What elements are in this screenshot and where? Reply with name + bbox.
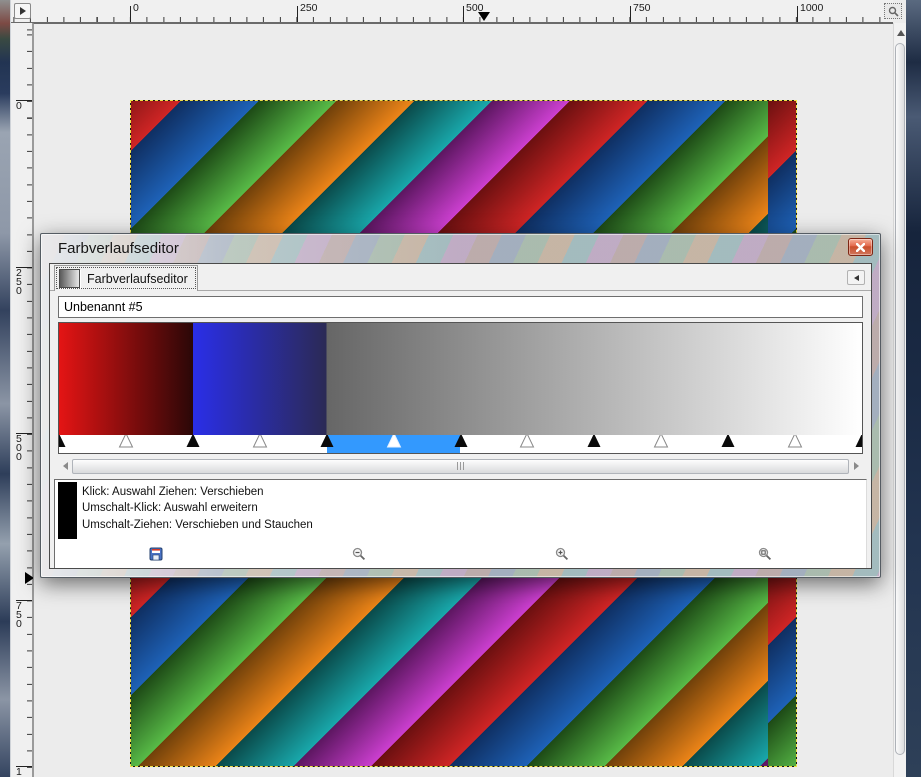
gradient-preview[interactable] (59, 323, 862, 435)
segment-midpoint-marker[interactable] (787, 435, 803, 453)
left-arrow-icon (853, 274, 859, 281)
segment-midpoint-marker[interactable] (386, 435, 401, 453)
segment-midpoint-marker[interactable] (653, 435, 669, 453)
tab-bar: Farbverlaufseditor (50, 264, 871, 291)
segment-scrollbar (58, 458, 863, 474)
gradient-icon (59, 269, 80, 288)
tab-label: Farbverlaufseditor (87, 271, 188, 286)
gradient-name-input[interactable]: Unbenannt #5 (58, 296, 863, 318)
foreground-color-swatch (58, 482, 77, 539)
segment-endpoint-marker[interactable] (319, 435, 334, 453)
magnifier-icon (888, 6, 899, 17)
pointer-position-marker-horizontal (478, 12, 490, 21)
close-icon (856, 242, 865, 252)
horizontal-ruler-ticks (11, 17, 893, 22)
editor-toolbar (55, 543, 866, 565)
zoom-out-button[interactable] (349, 544, 369, 564)
scroll-up-button[interactable] (894, 25, 907, 40)
zoom-fit-icon (758, 547, 771, 561)
up-arrow-icon (896, 29, 905, 36)
segment-endpoint-marker[interactable] (453, 435, 468, 453)
gradient-stops-row[interactable] (59, 435, 862, 453)
scroll-left-button[interactable] (58, 458, 72, 474)
segment-midpoint-marker[interactable] (520, 435, 535, 453)
vertical-ruler[interactable]: 02505007501000 (11, 23, 33, 777)
segment-endpoint-marker[interactable] (855, 435, 862, 453)
play-icon (19, 7, 26, 15)
segment-endpoint-marker[interactable] (185, 435, 200, 453)
segment-midpoint-marker[interactable] (118, 435, 134, 453)
tab-menu-button[interactable] (847, 270, 865, 285)
segment-midpoint-marker[interactable] (252, 435, 268, 453)
left-arrow-icon (62, 462, 68, 470)
segment-endpoint-marker[interactable] (721, 435, 736, 453)
vertical-scrollbar-thumb[interactable] (895, 43, 905, 755)
gradient-editor-dialog: Farbverlaufseditor Farbverlaufseditor Un… (40, 233, 881, 578)
hint-line: Umschalt-Ziehen: Verschieben und Stauche… (82, 518, 313, 531)
zoom-in-button[interactable] (552, 544, 572, 564)
tab-gradient-editor[interactable]: Farbverlaufseditor (54, 265, 198, 291)
segment-endpoint-marker[interactable] (59, 435, 67, 453)
image-menu-button[interactable] (14, 3, 31, 19)
vertical-ruler-ticks (27, 23, 32, 777)
main-vertical-scrollbar[interactable] (893, 23, 906, 777)
segment-scrollbar-thumb[interactable] (72, 458, 849, 474)
save-icon (149, 547, 163, 561)
scroll-right-button[interactable] (849, 458, 863, 474)
dialog-content: Farbverlaufseditor Unbenannt #5 Klick: A… (49, 263, 872, 569)
horizontal-ruler[interactable]: 0 250 500 750 1000 (11, 0, 893, 23)
zoom-follow-window-button[interactable] (884, 3, 902, 19)
hint-panel: Klick: Auswahl Ziehen: Verschieben Umscha… (54, 479, 867, 568)
gradient-widget (58, 322, 863, 454)
hint-line: Umschalt-Klick: Auswahl erweitern (82, 502, 258, 515)
background-window-left (0, 0, 11, 777)
save-button[interactable] (146, 544, 166, 564)
background-window-right (906, 0, 921, 777)
close-button[interactable] (848, 238, 873, 256)
right-arrow-icon (853, 462, 859, 470)
dialog-title: Farbverlaufseditor (58, 240, 179, 257)
hint-text: Klick: Auswahl Ziehen: Verschieben Umscha… (82, 484, 313, 533)
zoom-in-icon (555, 547, 568, 561)
segment-endpoint-marker[interactable] (587, 435, 602, 453)
hint-line: Klick: Auswahl Ziehen: Verschieben (82, 486, 264, 498)
zoom-fit-button[interactable] (755, 544, 775, 564)
zoom-out-icon (352, 547, 366, 561)
